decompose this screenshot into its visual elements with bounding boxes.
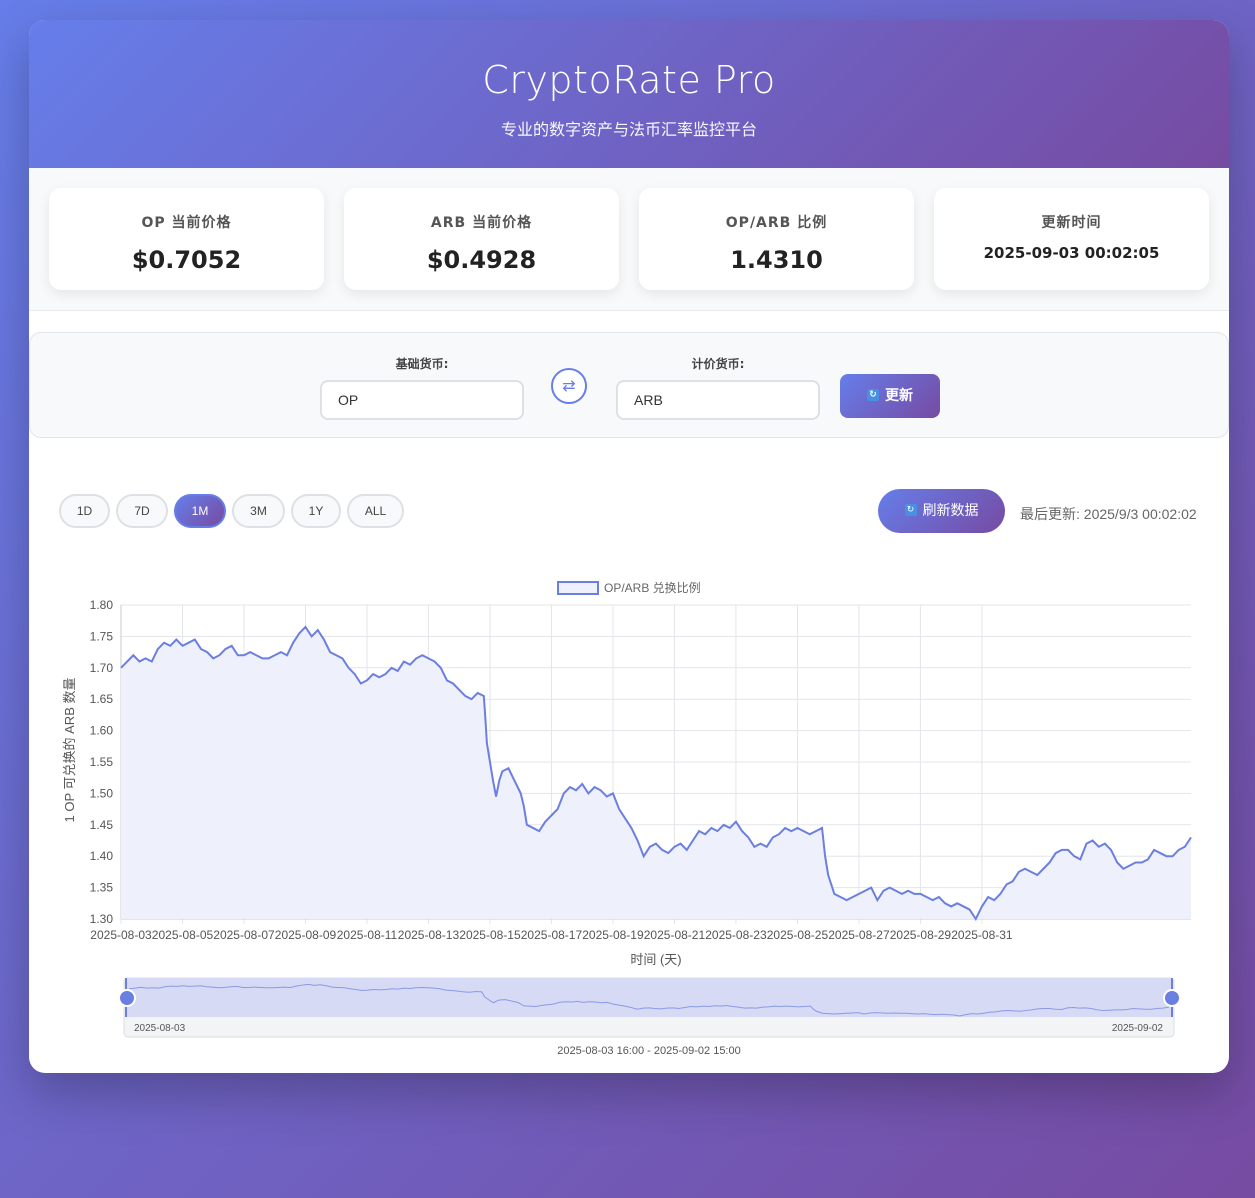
y-tick-label: 1.55	[90, 755, 114, 769]
y-tick-label: 1.65	[90, 692, 114, 706]
x-tick-label: 2025-08-17	[521, 928, 583, 942]
base-currency-group: 基础货币:	[320, 355, 524, 420]
chart-area: OP/ARB 兑换比例 1.80 1.75 1.70 1.65 1.60 1.55 1.50…	[29, 550, 1229, 1070]
quote-currency-input[interactable]	[616, 380, 820, 420]
series-area-fill	[121, 626, 1191, 919]
base-currency-input[interactable]	[320, 380, 524, 420]
period-button-1y[interactable]: 1Y	[291, 494, 341, 528]
range-navigator: 2025-08-03 2025-09-02 2025-08-03 16:00 -…	[118, 977, 1181, 1057]
stat-card-ratio: OP/ARB 比例 1.4310	[639, 188, 914, 290]
period-button-all[interactable]: ALL	[347, 494, 404, 528]
period-label: 7D	[134, 504, 150, 518]
period-button-3m[interactable]: 3M	[232, 494, 285, 528]
period-button-1m[interactable]: 1M	[174, 494, 226, 528]
y-tick-label: 1.75	[90, 629, 114, 643]
x-tick-label: 2025-08-13	[398, 928, 460, 942]
y-axis-ticks: 1.80 1.75 1.70 1.65 1.60 1.55 1.50 1.45 1.40 1.35…	[90, 598, 114, 926]
update-button-label: 更新	[885, 388, 913, 404]
period-label: 1M	[191, 504, 209, 518]
navigator-end-label: 2025-09-02	[1112, 1023, 1164, 1034]
stat-value: 1.4310	[730, 246, 823, 274]
x-axis-label: 时间 (天)	[630, 952, 681, 967]
period-label: 1Y	[308, 504, 324, 518]
x-tick-label: 2025-08-09	[275, 928, 337, 942]
base-currency-label: 基础货币:	[395, 357, 449, 371]
period-label: 3M	[250, 504, 267, 518]
x-tick-label: 2025-08-27	[828, 928, 890, 942]
x-axis-ticks: 2025-08-03 2025-08-05 2025-08-07 2025-08-09…	[90, 928, 1013, 942]
navigator-start-label: 2025-08-03	[134, 1023, 186, 1034]
period-button-1d[interactable]: 1D	[59, 494, 110, 528]
period-label: 1D	[76, 504, 93, 518]
navigator-range-label: 2025-08-03 16:00 - 2025-09-02 15:00	[557, 1045, 740, 1057]
refresh-data-button[interactable]: ↻ 刷新数据	[878, 489, 1005, 533]
refresh-icon: ↻	[867, 389, 879, 401]
stat-label: ARB 当前价格	[430, 215, 533, 231]
stat-card-op-price: OP 当前价格 $0.7052	[49, 188, 324, 290]
x-tick-label: 2025-08-25	[767, 928, 829, 942]
update-button[interactable]: ↻ 更新	[840, 374, 940, 418]
navigator-handle-right[interactable]	[1163, 989, 1181, 1007]
refresh-icon: ↻	[904, 504, 917, 516]
stat-label: 更新时间	[1041, 215, 1102, 231]
x-tick-label: 2025-08-03	[90, 928, 152, 942]
y-tick-label: 1.40	[90, 849, 114, 863]
x-tick-label: 2025-08-29	[890, 928, 952, 942]
x-tick-label: 2025-08-05	[152, 928, 214, 942]
stat-value: $0.4928	[426, 246, 537, 274]
period-button-7d[interactable]: 7D	[116, 494, 168, 528]
stat-card-update-time: 更新时间 2025-09-03 00:02:05	[934, 188, 1209, 290]
x-tick-label: 2025-08-21	[644, 928, 706, 942]
period-selector: 1D 7D 1M 3M 1Y ALL	[59, 494, 404, 528]
swap-button[interactable]: ⇄	[551, 368, 587, 404]
x-tick-label: 2025-08-23	[705, 928, 767, 942]
stat-label: OP 当前价格	[141, 215, 232, 231]
navigator-handle-left[interactable]	[118, 989, 136, 1007]
y-tick-label: 1.35	[90, 881, 114, 895]
app-subtitle: 专业的数字资产与法币汇率监控平台	[500, 120, 757, 139]
y-tick-label: 1.60	[90, 724, 114, 738]
currency-controls: 基础货币: ⇄ 计价货币: ↻ 更新	[29, 332, 1229, 438]
x-tick-label: 2025-08-11	[337, 928, 398, 942]
y-tick-label: 1.70	[90, 661, 114, 675]
stat-card-arb-price: ARB 当前价格 $0.4928	[344, 188, 619, 290]
y-axis-label: 1 OP 可兑换的 ARB 数量	[62, 678, 77, 823]
ratio-chart: OP/ARB 兑换比例 1.80 1.75 1.70 1.65 1.60 1.55 1.50…	[62, 581, 1192, 1057]
refresh-data-label: 刷新数据	[922, 503, 979, 519]
app-title: CryptoRate Pro	[482, 58, 776, 102]
period-label: ALL	[364, 504, 387, 518]
x-tick-label: 2025-08-07	[213, 928, 275, 942]
y-tick-label: 1.50	[90, 786, 114, 800]
y-tick-label: 1.30	[90, 912, 114, 926]
last-update-text: 最后更新: 2025/9/3 00:02:02	[1020, 506, 1197, 522]
quote-currency-group: 计价货币:	[616, 355, 820, 420]
x-tick-label: 2025-08-15	[459, 928, 521, 942]
stat-value: 2025-09-03 00:02:05	[983, 244, 1160, 262]
legend-swatch[interactable]	[557, 581, 599, 595]
legend-label: OP/ARB 兑换比例	[604, 581, 701, 595]
stat-value: $0.7052	[131, 246, 242, 274]
y-tick-label: 1.45	[90, 818, 114, 832]
quote-currency-label: 计价货币:	[691, 357, 745, 371]
x-tick-label: 2025-08-19	[582, 928, 644, 942]
stat-label: OP/ARB 比例	[725, 215, 828, 231]
stats-bar: OP 当前价格 $0.7052 ARB 当前价格 $0.4928 OP/ARB …	[29, 168, 1229, 311]
swap-icon: ⇄	[562, 376, 576, 395]
y-tick-label: 1.80	[90, 598, 114, 612]
app-header: CryptoRate Pro 专业的数字资产与法币汇率监控平台	[29, 20, 1229, 168]
app-container: CryptoRate Pro 专业的数字资产与法币汇率监控平台 OP 当前价格 …	[29, 20, 1229, 1073]
x-tick-label: 2025-08-31	[951, 928, 1013, 942]
